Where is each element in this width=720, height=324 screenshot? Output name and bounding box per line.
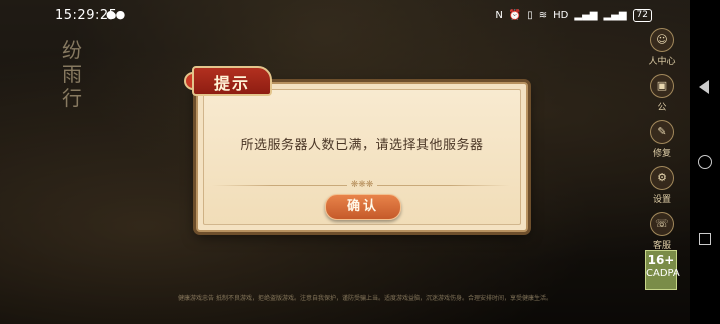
age-rating-badge: 16+ CADPA xyxy=(645,250,680,290)
side-item-user-center[interactable]: ☺ 人中心 xyxy=(645,28,679,70)
signal-icon: ▂▄▆ xyxy=(574,10,598,21)
status-icons: N ⏰ ▯ ≋ HD ▂▄▆ ▂▄▆ 72 xyxy=(495,9,652,22)
side-item-label: 设置 xyxy=(652,195,671,205)
service-icon: ☏ xyxy=(650,212,674,236)
confirm-button[interactable]: 确认 xyxy=(325,194,401,220)
side-item-label: 公 xyxy=(657,103,667,113)
nfc-icon: N xyxy=(495,10,503,21)
alarm-icon: ⏰ xyxy=(508,10,522,21)
vibrate-icon: ▯ xyxy=(527,10,533,21)
side-item-settings[interactable]: ⚙ 设置 xyxy=(645,166,679,208)
side-item-label: 修复 xyxy=(652,149,671,159)
dialog-title: 提示 xyxy=(213,74,250,93)
status-bar: 15:29:25 ●● N ⏰ ▯ ≋ HD ▂▄▆ ▂▄▆ 72 xyxy=(0,0,690,32)
settings-icon: ⚙ xyxy=(650,166,674,190)
wechat-icon: ●● xyxy=(106,8,126,21)
side-item-notice[interactable]: ▣ 公 xyxy=(645,74,679,116)
system-nav-bar xyxy=(690,0,720,324)
side-item-label: 人中心 xyxy=(648,57,676,67)
side-menu: ☺ 人中心 ▣ 公 ✎ 修复 ⚙ 设置 ☏ 客服 xyxy=(645,28,679,258)
alert-dialog: 提示 所选服务器人数已满，请选择其他服务器 ❋❋❋ 确认 xyxy=(184,66,528,232)
battery-indicator: 72 xyxy=(632,9,652,22)
gift-icon: ▣ xyxy=(650,74,674,98)
signal-icon: ▂▄▆ xyxy=(603,10,627,21)
wrench-icon: ✎ xyxy=(650,120,674,144)
age-rating-label: CADPA xyxy=(646,268,680,279)
game-logo: 纷雨行 xyxy=(62,38,82,110)
hd-icon: HD xyxy=(553,10,569,21)
recents-icon[interactable] xyxy=(699,233,711,245)
age-rating-number: 16+ xyxy=(647,253,675,267)
dialog-title-tab: 提示 xyxy=(192,66,272,96)
side-item-service[interactable]: ☏ 客服 xyxy=(645,212,679,254)
wifi-icon: ≋ xyxy=(538,10,548,21)
divider-ornament-icon: ❋❋❋ xyxy=(347,180,377,190)
dialog-message: 所选服务器人数已满，请选择其他服务器 xyxy=(240,138,484,153)
back-icon[interactable] xyxy=(699,80,709,94)
footer-notice: 健康游戏忠告 抵制不良游戏，拒绝盗版游戏。注意自我保护，谨防受骗上当。适度游戏益… xyxy=(178,295,552,302)
home-icon[interactable] xyxy=(698,155,712,169)
side-item-repair[interactable]: ✎ 修复 xyxy=(645,120,679,162)
